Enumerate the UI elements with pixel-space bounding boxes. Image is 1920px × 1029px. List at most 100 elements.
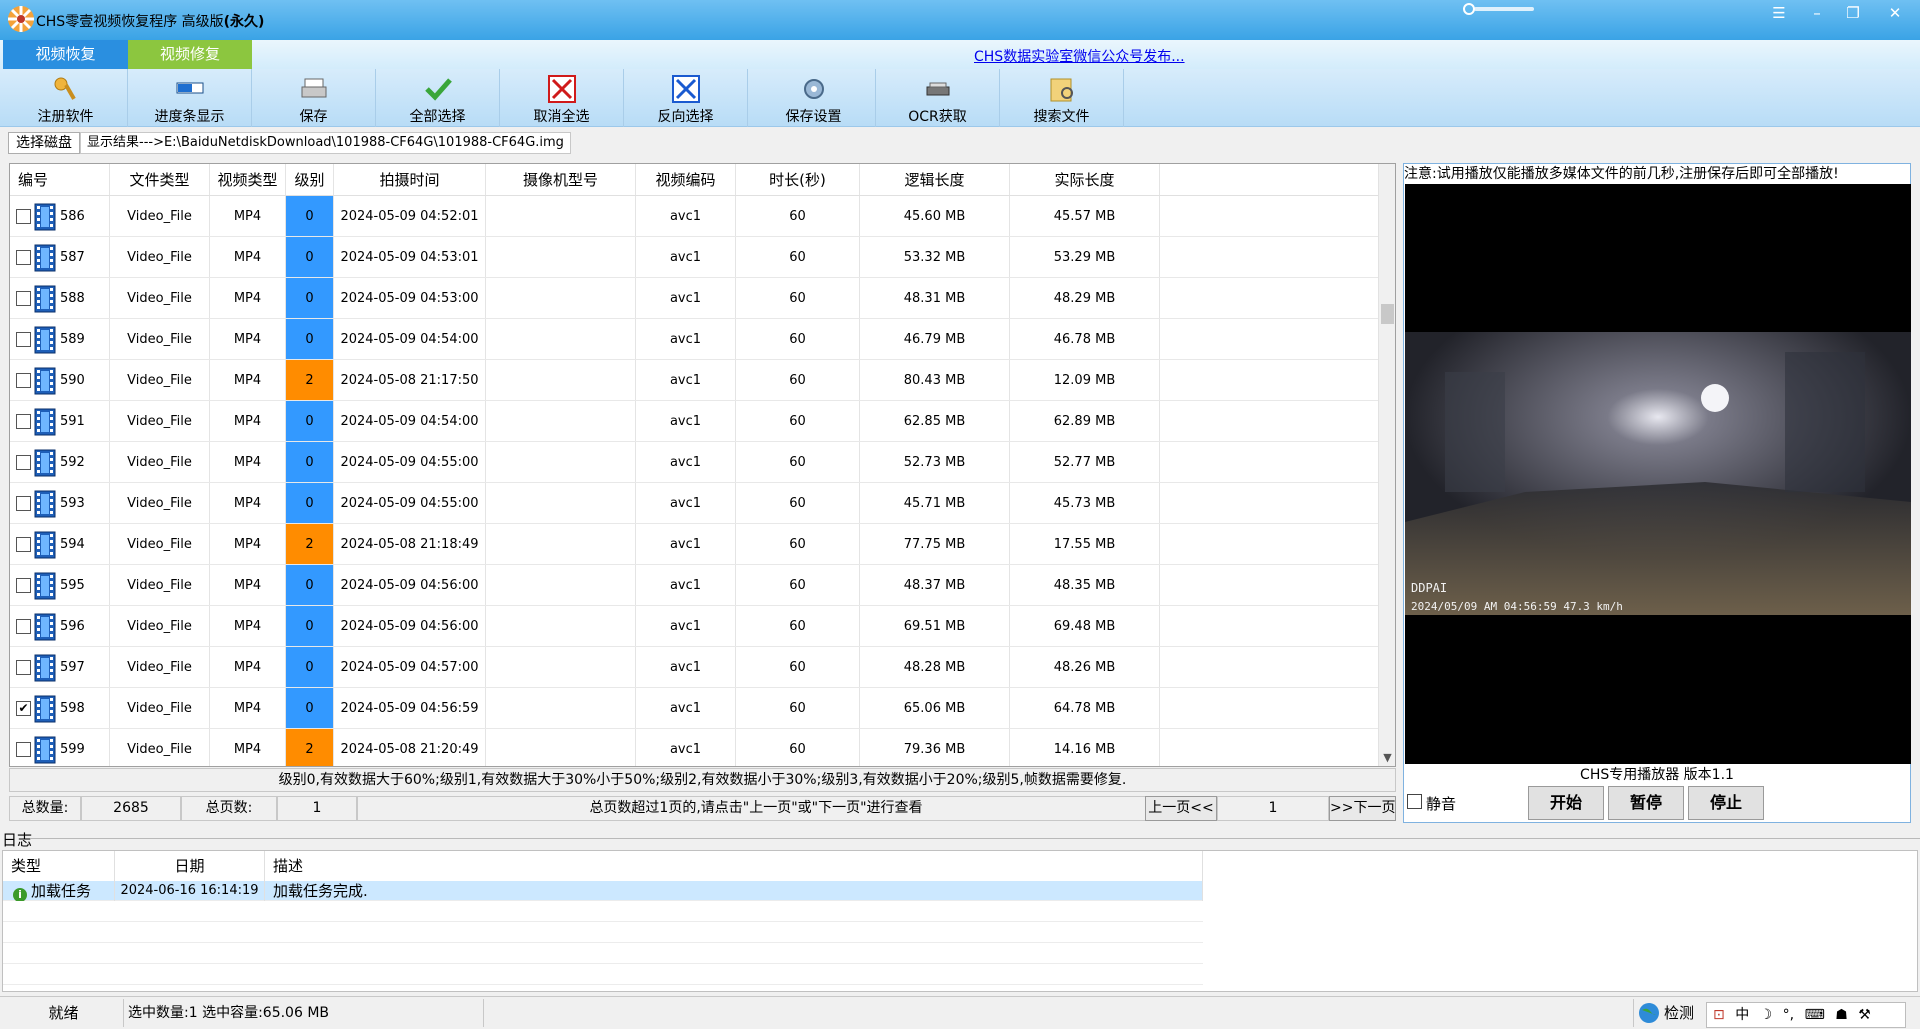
row-checkbox[interactable] xyxy=(16,373,31,388)
pause-button[interactable]: 暂停 xyxy=(1608,786,1684,820)
log-col-date[interactable]: 日期 xyxy=(115,851,265,881)
table-row[interactable]: 596 Video_File MP4 0 2024-05-09 04:56:00 avc1… xyxy=(10,606,1380,647)
key-icon[interactable] xyxy=(1462,2,1536,16)
prev-page-button[interactable]: 上一页<< xyxy=(1145,796,1217,821)
moon-icon[interactable]: ☽ xyxy=(1760,1003,1773,1027)
row-checkbox[interactable] xyxy=(16,496,31,511)
cell-file-type: Video_File xyxy=(110,729,210,766)
wechat-link[interactable]: CHS数据实验室微信公众号发布... xyxy=(974,46,1185,66)
ime-mode[interactable]: 中 xyxy=(1735,1003,1749,1027)
cell-actual-size: 46.78 MB xyxy=(1010,319,1160,359)
grid-header-col-video-type[interactable]: 视频类型 xyxy=(210,164,286,195)
grid-header-col-logical-size[interactable]: 逻辑长度 xyxy=(860,164,1010,195)
punctuation-icon[interactable]: °, xyxy=(1783,1003,1794,1027)
grid-vertical-scrollbar[interactable]: ▼ xyxy=(1378,164,1395,766)
scroll-down-arrow-icon[interactable]: ▼ xyxy=(1379,751,1395,764)
video-display[interactable]: DDPAI 2024/05/09 AM 04:56:59 47.3 km/h xyxy=(1405,184,1911,764)
table-row[interactable]: ✔ 598 Video_File MP4 0 2024-05-09 04:56:59 avc… xyxy=(10,688,1380,729)
row-checkbox[interactable] xyxy=(16,332,31,347)
ime-logo-icon[interactable]: ⊡ xyxy=(1713,1003,1725,1027)
keyboard-icon[interactable]: ⌨ xyxy=(1805,1003,1825,1027)
log-col-type[interactable]: 类型 xyxy=(3,851,115,881)
grid-header-col-camera-model[interactable]: 摄像机型号 xyxy=(486,164,636,195)
cell-logical-size: 52.73 MB xyxy=(860,442,1010,482)
table-row[interactable]: 592 Video_File MP4 0 2024-05-09 04:55:00 avc1… xyxy=(10,442,1380,483)
stop-button[interactable]: 停止 xyxy=(1688,786,1764,820)
cell-level: 0 xyxy=(286,483,334,523)
ocr-button[interactable]: OCR获取 xyxy=(876,69,1000,127)
user-icon[interactable]: ☗ xyxy=(1835,1003,1848,1027)
close-button[interactable]: ✕ xyxy=(1882,2,1908,24)
grid-header-col-shoot-time[interactable]: 拍摄时间 xyxy=(334,164,486,195)
table-row[interactable]: 588 Video_File MP4 0 2024-05-09 04:53:00 avc1… xyxy=(10,278,1380,319)
row-checkbox[interactable] xyxy=(16,537,31,552)
save-settings-button[interactable]: 保存设置 xyxy=(752,69,876,127)
pager-hint: 总页数超过1页的,请点击"上一页"或"下一页"进行查看 xyxy=(357,796,1155,821)
next-page-button[interactable]: >>下一页 xyxy=(1329,796,1396,821)
table-row[interactable]: 586 Video_File MP4 0 2024-05-09 04:52:01 avc1… xyxy=(10,196,1380,237)
row-checkbox[interactable] xyxy=(16,291,31,306)
cell-logical-size: 79.36 MB xyxy=(860,729,1010,766)
current-page-input[interactable]: 1 xyxy=(1217,796,1329,821)
minimize-button[interactable]: – xyxy=(1804,2,1830,24)
table-row[interactable]: 589 Video_File MP4 0 2024-05-09 04:54:00 avc1… xyxy=(10,319,1380,360)
search-file-button[interactable]: 搜索文件 xyxy=(1000,69,1124,127)
cell-file-type: Video_File xyxy=(110,606,210,646)
table-row[interactable]: 594 Video_File MP4 2 2024-05-08 21:18:49 avc1… xyxy=(10,524,1380,565)
select-all-button[interactable]: 全部选择 xyxy=(376,69,500,127)
grid-header-col-file-type[interactable]: 文件类型 xyxy=(110,164,210,195)
tab-video-recover[interactable]: 视频恢复 xyxy=(3,40,128,69)
table-row[interactable]: 587 Video_File MP4 0 2024-05-09 04:53:01 avc1… xyxy=(10,237,1380,278)
log-header: 类型 日期 描述 xyxy=(3,851,1203,881)
table-row[interactable]: 593 Video_File MP4 0 2024-05-09 04:55:00 avc1… xyxy=(10,483,1380,524)
row-checkbox[interactable] xyxy=(16,742,31,757)
video-file-icon xyxy=(34,613,56,641)
row-checkbox[interactable] xyxy=(16,414,31,429)
grid-header-col-id[interactable]: 编号 xyxy=(10,164,110,195)
video-file-icon xyxy=(34,572,56,600)
grid-header-col-duration[interactable]: 时长(秒) xyxy=(736,164,860,195)
cell-shoot-time: 2024-05-09 04:54:00 xyxy=(334,319,486,359)
cell-file-type: Video_File xyxy=(110,401,210,441)
restore-button[interactable]: ❐ xyxy=(1840,2,1866,24)
play-start-button[interactable]: 开始 xyxy=(1528,786,1604,820)
table-row[interactable]: 599 Video_File MP4 2 2024-05-08 21:20:49 avc1… xyxy=(10,729,1380,766)
grid-header-col-codec[interactable]: 视频编码 xyxy=(636,164,736,195)
menu-icon[interactable]: ☰ xyxy=(1766,2,1792,24)
scrollbar-thumb[interactable] xyxy=(1381,304,1394,324)
row-checkbox[interactable] xyxy=(16,578,31,593)
grid-header-col-level[interactable]: 级别 xyxy=(286,164,334,195)
row-checkbox[interactable] xyxy=(16,660,31,675)
deselect-all-button[interactable]: 取消全选 xyxy=(500,69,624,127)
cell-duration: 60 xyxy=(736,319,860,359)
folder-search-icon xyxy=(1050,78,1073,102)
log-row[interactable]: i 加载任务 2024-06-16 16:14:19 加载任务完成. xyxy=(3,881,1203,901)
row-id-text: 593 xyxy=(60,496,85,511)
wrench-icon[interactable]: ⚒ xyxy=(1858,1003,1871,1027)
save-button[interactable]: 保存 xyxy=(252,69,376,127)
row-checkbox[interactable] xyxy=(16,455,31,470)
progress-display-button[interactable]: 进度条显示 xyxy=(128,69,252,127)
register-button[interactable]: 注册软件 xyxy=(4,69,128,127)
row-checkbox[interactable] xyxy=(16,250,31,265)
cell-duration: 60 xyxy=(736,237,860,277)
mute-checkbox[interactable] xyxy=(1407,794,1422,809)
cell-camera-model xyxy=(486,729,636,766)
row-checkbox[interactable] xyxy=(16,619,31,634)
cell-shoot-time: 2024-05-09 04:55:00 xyxy=(334,442,486,482)
row-checkbox[interactable] xyxy=(16,209,31,224)
grid-header-col-actual-size[interactable]: 实际长度 xyxy=(1010,164,1160,195)
tab-video-repair[interactable]: 视频修复 xyxy=(128,40,252,69)
log-col-desc[interactable]: 描述 xyxy=(265,851,1203,881)
invert-selection-button[interactable]: 反向选择 xyxy=(624,69,748,127)
table-row[interactable]: 590 Video_File MP4 2 2024-05-08 21:17:50 avc1… xyxy=(10,360,1380,401)
table-row[interactable]: 595 Video_File MP4 0 2024-05-09 04:56:00 avc1… xyxy=(10,565,1380,606)
select-disk-button[interactable]: 选择磁盘 xyxy=(8,132,80,154)
table-row[interactable]: 591 Video_File MP4 0 2024-05-09 04:54:00 avc1… xyxy=(10,401,1380,442)
row-checkbox[interactable]: ✔ xyxy=(16,701,31,716)
cell-file-type: Video_File xyxy=(110,278,210,318)
cell-video-type: MP4 xyxy=(210,688,286,728)
table-row[interactable]: 597 Video_File MP4 0 2024-05-09 04:57:00 avc1… xyxy=(10,647,1380,688)
cell-video-type: MP4 xyxy=(210,401,286,441)
cell-shoot-time: 2024-05-09 04:57:00 xyxy=(334,647,486,687)
